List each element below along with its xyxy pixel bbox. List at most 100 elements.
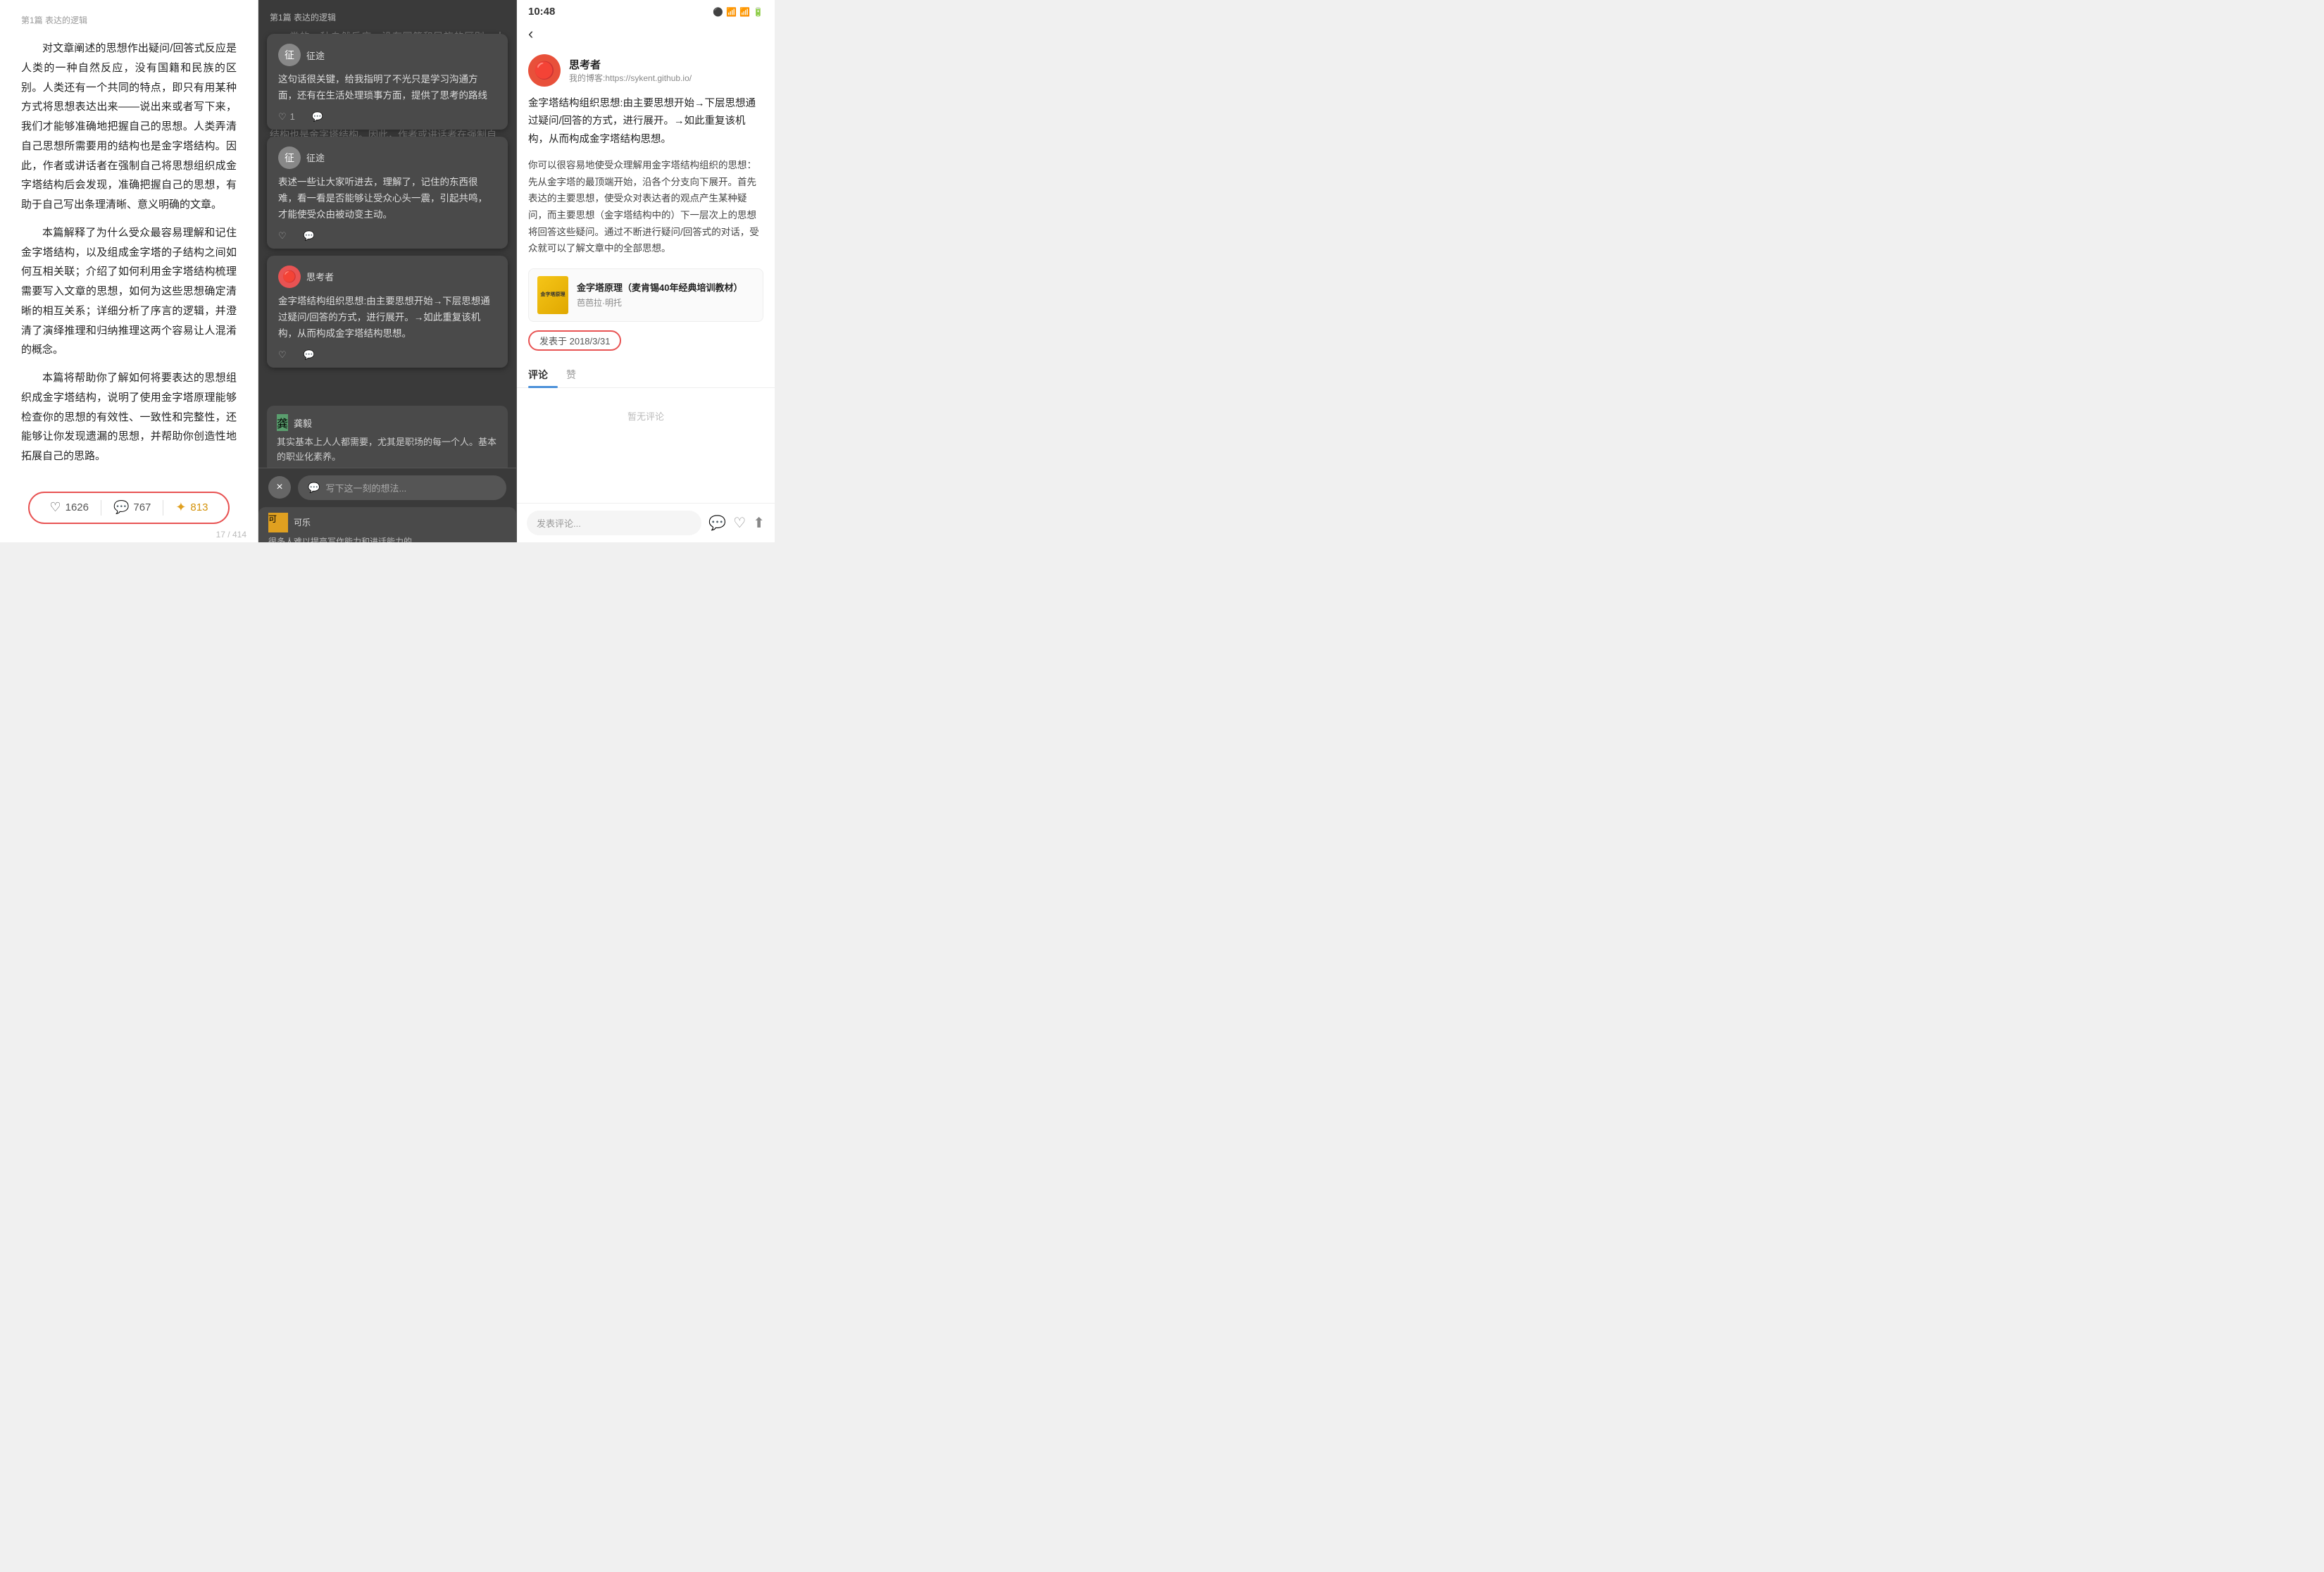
card-1-header: 征 征途 — [278, 44, 496, 66]
card-3-actions: ♡ 💬 — [278, 349, 496, 361]
card-1-actions: ♡ 1 💬 — [278, 111, 496, 123]
card-3-comment-icon: 💬 — [304, 349, 315, 361]
battery-icon: ⚫ — [713, 7, 723, 17]
card-1-like[interactable]: ♡ 1 — [278, 111, 295, 123]
tab-comment[interactable]: 评论 — [528, 363, 558, 387]
card-1-avatar: 征 — [278, 44, 301, 66]
input-placeholder: 写下这一刻的想法... — [325, 481, 406, 494]
card-3-header: 🔴 思考者 — [278, 266, 496, 288]
no-comment-text: 暂无评论 — [517, 388, 775, 444]
book-info: 金字塔原理（麦肯锡40年经典培训教材） 芭芭拉·明托 — [577, 282, 742, 308]
right-tabs: 评论 赞 — [517, 359, 775, 388]
tooltip-card-3: 🔴 思考者 金字塔结构组织思想:由主要思想开始→下层思想通过疑问/回答的方式，进… — [267, 256, 508, 368]
close-button[interactable]: × — [268, 476, 291, 499]
left-bottom-bar: ♡ 1626 💬 767 ✦ 813 — [21, 475, 237, 542]
back-button[interactable]: ‹ — [528, 25, 533, 43]
like-action-icon[interactable]: ♡ — [733, 514, 746, 532]
card-1-heart-icon: ♡ — [278, 111, 287, 123]
status-time: 10:48 — [528, 6, 555, 18]
action-bar-highlighted: ♡ 1626 💬 767 ✦ 813 — [28, 492, 230, 524]
right-panel: 10:48 ⚫ 📶 📶 🔋 ‹ 🔴 思考者 我的博客:https://syken… — [517, 0, 775, 542]
comment-button[interactable]: 💬 767 — [113, 500, 151, 515]
card-1-comment[interactable]: 💬 — [312, 111, 323, 123]
comment-count: 767 — [133, 501, 151, 513]
card-2-heart-icon: ♡ — [278, 230, 287, 242]
card-3-heart-icon: ♡ — [278, 349, 287, 361]
author-name: 思考者 — [569, 57, 692, 72]
left-para-2: 本篇解释了为什么受众最容易理解和记住金字塔结构，以及组成金字塔的子结构之间如何互… — [21, 223, 237, 360]
like-button[interactable]: ♡ 1626 — [49, 500, 89, 515]
book-author: 芭芭拉·明托 — [577, 297, 742, 308]
thought-input[interactable]: 💬 写下这一刻的想法... — [298, 475, 506, 500]
status-icons: ⚫ 📶 📶 🔋 — [713, 7, 763, 17]
book-title: 金字塔原理（麦肯锡40年经典培训教材） — [577, 282, 742, 294]
share-count: 813 — [190, 501, 208, 513]
right-body-text: 你可以很容易地使受众理解用金字塔结构组织的思想：先从金字塔的最顶端开始，沿各个分… — [517, 157, 775, 266]
tooltip-card-1: 征 征途 这句话很关键，给我指明了不光只是学习沟通方面，还有在生活处理琐事方面，… — [267, 34, 508, 130]
comment-placeholder: 发表评论... — [537, 518, 581, 529]
comment-input[interactable]: 发表评论... — [527, 511, 701, 535]
left-para-1: 对文章阐述的思想作出疑问/回答式反应是人类的一种自然反应，没有国籍和民族的区别。… — [21, 39, 237, 215]
comment-icon: 💬 — [113, 500, 129, 515]
tooltip-stack: 征 征途 这句话很关键，给我指明了不光只是学习沟通方面，还有在生活处理琐事方面，… — [258, 27, 516, 375]
card-2-comment[interactable]: 💬 — [304, 230, 315, 242]
author-info: 思考者 我的博客:https://sykent.github.io/ — [569, 57, 692, 84]
author-avatar: 🔴 — [528, 54, 561, 87]
card-3-body: 金字塔结构组织思想:由主要思想开始→下层思想通过疑问/回答的方式，进行展开。→如… — [278, 294, 496, 342]
more-card-kele: 可 可乐 很多人难以提高写作能力和进话能力的 — [258, 507, 516, 542]
author-blog: 我的博客:https://sykent.github.io/ — [569, 72, 692, 84]
book-cover: 金字塔原理 — [537, 276, 568, 314]
publish-date-area: 发表于 2018/3/31 — [517, 330, 775, 359]
page-count: 17 / 414 — [216, 530, 246, 539]
close-icon: × — [276, 481, 282, 494]
author-row: 🔴 思考者 我的博客:https://sykent.github.io/ — [517, 49, 775, 95]
card-2-actions: ♡ 💬 — [278, 230, 496, 242]
card-2-like[interactable]: ♡ — [278, 230, 287, 242]
tab-like[interactable]: 赞 — [566, 363, 586, 387]
input-comment-icon: 💬 — [308, 482, 320, 494]
comment-input-bar: 发表评论... 💬 ♡ ⬆ — [517, 503, 775, 542]
card-1-username: 征途 — [306, 49, 325, 62]
card-3-avatar: 🔴 — [278, 266, 301, 288]
extra-card-avatar: 龚 — [277, 414, 288, 431]
card-2-header: 征 征途 — [278, 146, 496, 169]
extra-card-username: 龚毅 — [294, 416, 312, 430]
card-1-like-count: 1 — [290, 111, 295, 122]
signal-icon: 📶 — [739, 7, 750, 17]
signal-icon-2: 🔋 — [753, 7, 763, 17]
card-3-username: 思考者 — [306, 270, 334, 283]
tooltip-card-2: 征 征途 表述一些让大家听进去，理解了，记住的东西很难，看一看是否能够让受众心头… — [267, 137, 508, 249]
card-2-body: 表述一些让大家听进去，理解了，记住的东西很难，看一看是否能够让受众心头一震，引起… — [278, 175, 496, 223]
mid-input-bar: × 💬 写下这一刻的想法... — [258, 468, 516, 507]
left-para-3: 本篇将帮助你了解如何将要表达的思想组织成金字塔结构，说明了使用金字塔原理能够检查… — [21, 368, 237, 466]
extra-card-header: 龚 龚毅 — [277, 414, 498, 431]
card-1-comment-icon: 💬 — [312, 111, 323, 123]
share-button[interactable]: ✦ 813 — [175, 500, 208, 515]
wifi-icon: 📶 — [726, 7, 737, 17]
card-3-comment[interactable]: 💬 — [304, 349, 315, 361]
like-count: 1626 — [65, 501, 89, 513]
send-icon[interactable]: 💬 — [708, 514, 726, 532]
card-2-username: 征途 — [306, 151, 325, 164]
book-card[interactable]: 金字塔原理 金字塔原理（麦肯锡40年经典培训教材） 芭芭拉·明托 — [528, 268, 763, 322]
card-2-avatar: 征 — [278, 146, 301, 169]
right-main-text: 金字塔结构组织思想:由主要思想开始→下层思想通过疑问/回答的方式，进行展开。→如… — [517, 95, 775, 157]
card-2-comment-icon: 💬 — [304, 230, 315, 242]
kele-avatar: 可 — [268, 513, 288, 532]
left-book-label: 第1篇 表达的逻辑 — [21, 14, 237, 26]
extra-card-body: 其实基本上人人都需要，尤其是职场的每一个人。基本的职业化素养。 — [277, 435, 498, 465]
middle-panel: 第1篇 表达的逻辑 类的一种自然反应，没有国籍和民族的区别。人类还有一个共同的特… — [258, 0, 517, 542]
extra-card-gongyi: 龚 龚毅 其实基本上人人都需要，尤其是职场的每一个人。基本的职业化素养。 — [267, 406, 508, 473]
kele-username: 可乐 — [294, 516, 311, 528]
kele-body: 很多人难以提高写作能力和进话能力的 — [268, 535, 506, 542]
card-3-like[interactable]: ♡ — [278, 349, 287, 361]
heart-icon: ♡ — [49, 500, 61, 515]
right-nav: ‹ — [517, 20, 775, 49]
publish-date: 发表于 2018/3/31 — [528, 330, 621, 351]
share-icon: ✦ — [175, 500, 186, 515]
share-action-icon[interactable]: ⬆ — [753, 514, 765, 532]
left-content: 对文章阐述的思想作出疑问/回答式反应是人类的一种自然反应，没有国籍和民族的区别。… — [21, 39, 237, 475]
card-1-body: 这句话很关键，给我指明了不光只是学习沟通方面，还有在生活处理琐事方面，提供了思考… — [278, 72, 496, 104]
left-panel: 第1篇 表达的逻辑 对文章阐述的思想作出疑问/回答式反应是人类的一种自然反应，没… — [0, 0, 258, 542]
status-bar: 10:48 ⚫ 📶 📶 🔋 — [517, 0, 775, 20]
